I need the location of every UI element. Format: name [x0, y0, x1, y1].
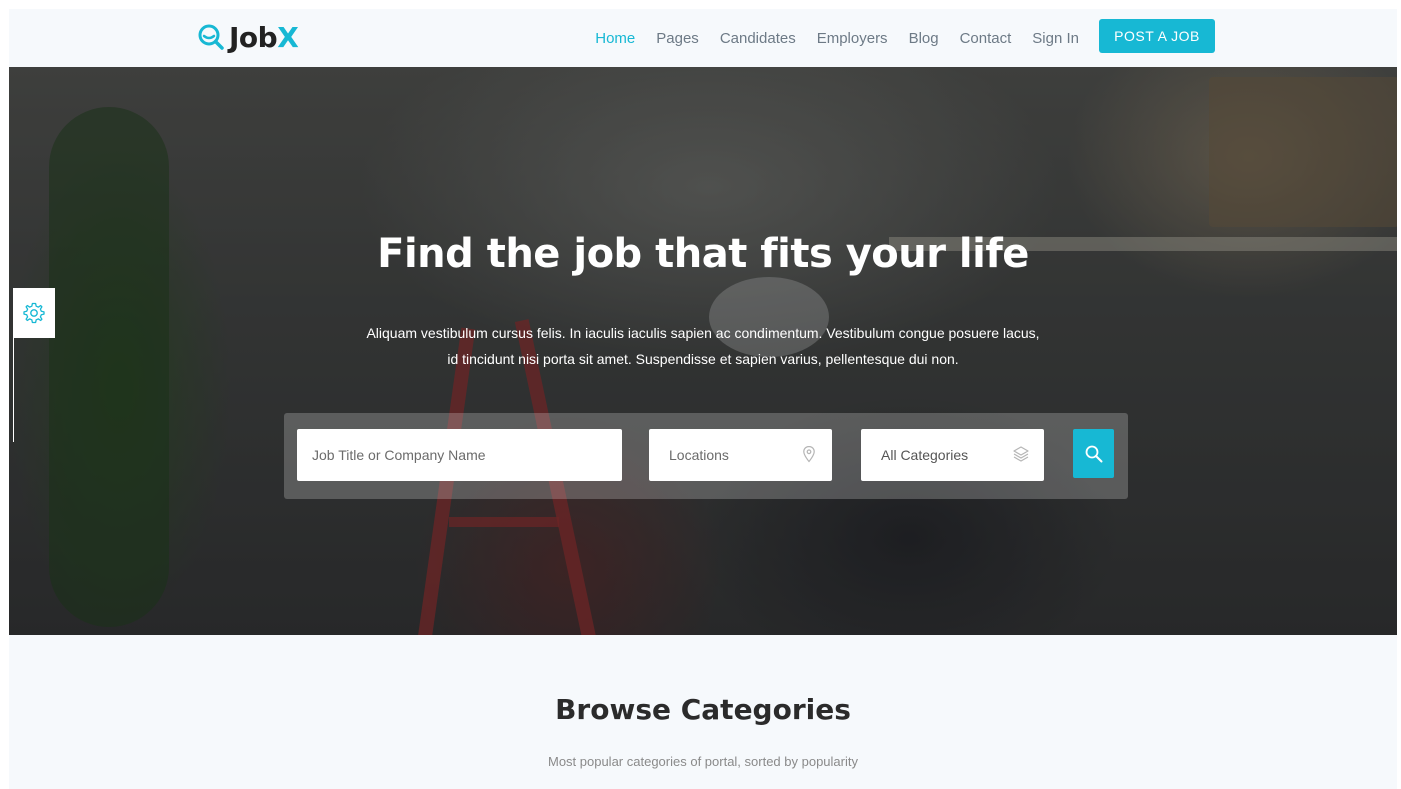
logo[interactable]: JobX: [197, 19, 299, 55]
post-a-job-button[interactable]: POST A JOB: [1099, 19, 1215, 53]
logo-text-main: Job: [229, 20, 278, 54]
layers-icon: [1013, 446, 1029, 462]
category-select[interactable]: All Categories: [861, 429, 1044, 481]
nav-item-sign-in[interactable]: Sign In: [1032, 30, 1079, 47]
search-icon: [1085, 445, 1102, 462]
settings-panel-edge: [13, 338, 14, 442]
hero-description-line: Aliquam vestibulum cursus felis. In iacu…: [366, 325, 1040, 341]
nav-item-candidates[interactable]: Candidates: [720, 30, 796, 47]
hero-description: Aliquam vestibulum cursus felis. In iacu…: [353, 320, 1053, 372]
logo-search-icon: [198, 24, 224, 50]
job-search-panel: Job Title or Company Name Locations All …: [284, 413, 1128, 499]
nav-item-home[interactable]: Home: [595, 30, 635, 47]
logo-text-accent: X: [277, 20, 299, 54]
logo-text: JobX: [229, 20, 299, 54]
job-title-placeholder: Job Title or Company Name: [312, 447, 486, 463]
map-pin-icon: [803, 445, 815, 463]
job-title-input[interactable]: Job Title or Company Name: [297, 429, 622, 481]
hero-title: Find the job that fits your life: [377, 231, 1029, 277]
hero-description-line: id tincidunt nisi porta sit amet. Suspen…: [447, 351, 959, 367]
gear-icon: [23, 302, 45, 324]
nav-item-blog[interactable]: Blog: [909, 30, 939, 47]
site-header: JobX Home Pages Candidates Employers Blo…: [9, 9, 1397, 67]
location-input[interactable]: Locations: [649, 429, 832, 481]
section-subtitle: Most popular categories of portal, sorte…: [547, 754, 858, 769]
location-placeholder: Locations: [669, 447, 729, 463]
section-title: Browse Categories: [555, 693, 851, 726]
hero-section: Find the job that fits your life Aliquam…: [9, 67, 1397, 635]
nav-item-employers[interactable]: Employers: [817, 30, 888, 47]
page: JobX Home Pages Candidates Employers Blo…: [9, 9, 1397, 789]
nav-item-pages[interactable]: Pages: [656, 30, 699, 47]
nav-item-contact[interactable]: Contact: [960, 30, 1012, 47]
search-submit-button[interactable]: [1073, 429, 1114, 478]
settings-toggle-button[interactable]: [13, 288, 55, 338]
category-selected-value: All Categories: [881, 447, 969, 463]
main-nav: Home Pages Candidates Employers Blog Con…: [595, 9, 1079, 67]
